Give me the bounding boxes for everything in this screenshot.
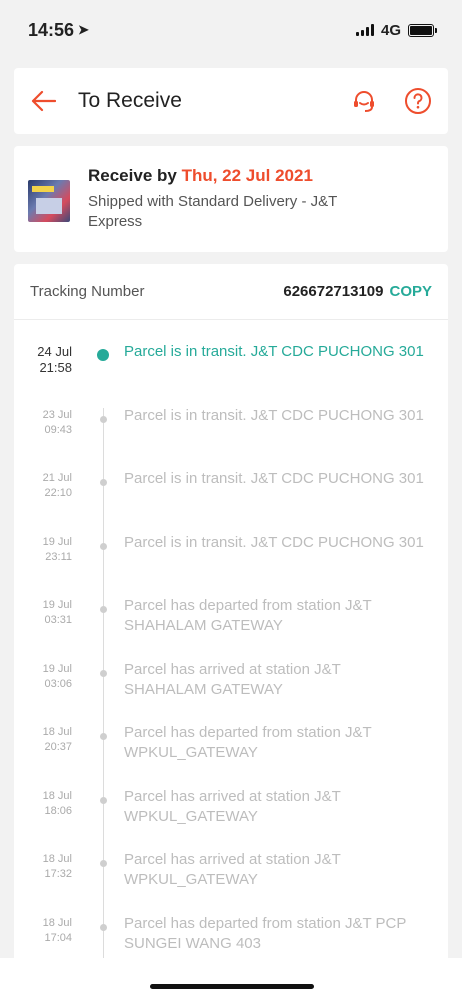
event-description: Parcel has departed from station J&T SHA… [124,597,372,634]
signal-strength-icon [355,24,374,36]
timeline-dot [100,860,107,867]
header-actions [350,87,432,115]
location-arrow-icon: ➤ [78,22,89,37]
event-datetime: 21 Jul 22:10 [14,469,72,533]
event-datetime: 24 Jul 21:58 [14,342,72,406]
timeline-dot [100,415,107,423]
clock-text: 14:56 [28,19,75,40]
timeline-event: 19 Jul 03:06 Parcel has arrived at stati… [14,660,448,724]
home-bar-area [0,958,462,1000]
event-date: 19 Jul [42,599,72,611]
event-datetime: 18 Jul 20:37 [14,723,72,787]
event-date: 18 Jul [42,726,72,738]
receive-by-label: Receive by [88,166,177,185]
event-date: 18 Jul [42,853,72,865]
event-datetime: 18 Jul 17:32 [14,850,72,914]
event-datetime: 19 Jul 03:06 [14,660,72,724]
event-time: 23:11 [45,550,72,563]
timeline-dot [100,796,107,804]
event-time: 17:04 [44,931,72,944]
timeline-event: 24 Jul 21:58 Parcel is in transit. J&T C… [14,342,448,406]
event-date: 24 Jul [37,344,72,359]
event-time: 21:58 [39,360,72,375]
timeline-event: 19 Jul 03:31 Parcel has departed from st… [14,596,448,660]
timeline-event: 18 Jul 18:06 Parcel has arrived at stati… [14,787,448,851]
event-date: 18 Jul [42,916,72,929]
event-description: Parcel has departed from station J&T PCP… [124,914,407,952]
event-date: 21 Jul [42,472,72,484]
tracking-timeline: 24 Jul 21:58 Parcel is in transit. J&T C… [14,320,448,1000]
timeline-event: 21 Jul 22:10 Parcel is in transit. J&T C… [14,469,448,533]
timeline-dot [100,479,107,486]
event-description: Parcel is in transit. J&T CDC PUCHONG 30… [124,533,424,551]
network-type: 4G [380,21,401,39]
event-date: 23 Jul [42,408,72,421]
event-time: 03:31 [44,614,72,626]
event-datetime: 19 Jul 23:11 [14,533,72,597]
event-description: Parcel has arrived at station J&T WPKUL_… [124,787,341,825]
timeline-event: 19 Jul 23:11 Parcel is in transit. J&T C… [14,533,448,597]
timeline-dot [100,669,107,677]
event-datetime: 18 Jul 18:06 [14,787,72,851]
event-description: Parcel has departed from station J&T WPK… [124,724,372,761]
event-time: 18:06 [44,804,72,817]
receive-by-line: Receive by Thu, 22 Jul 2021 [88,166,434,186]
shipping-method: Shipped with Standard Delivery - J&T Exp… [88,193,338,230]
battery-icon [408,23,437,37]
product-thumbnail [28,180,70,222]
event-description: Parcel is in transit. J&T CDC PUCHONG 30… [124,406,424,424]
timeline-event: 18 Jul 20:37 Parcel has departed from st… [14,723,448,787]
event-time: 03:06 [44,677,72,690]
tracking-card: Tracking Number 626672713109 COPY 24 Jul … [14,264,448,1000]
tracking-number-label: Tracking Number [30,283,145,300]
event-description: Parcel has arrived at station J&T SHAHAL… [124,660,341,698]
event-time: 09:43 [44,423,72,436]
status-indicators: 4G [355,21,437,39]
event-datetime: 23 Jul 09:43 [14,406,72,470]
event-description: Parcel has arrived at station J&T WPKUL_… [124,851,341,888]
timeline-dot [97,349,109,361]
event-description: Parcel is in transit. J&T CDC PUCHONG 30… [124,470,424,487]
delivery-summary-text: Receive by Thu, 22 Jul 2021 Shipped with… [88,166,434,252]
timeline-dot [100,733,107,740]
event-date: 19 Jul [42,662,72,675]
page-title: To Receive [78,89,182,112]
event-date: 19 Jul [42,535,72,548]
tracking-number-value: 626672713109 [283,283,384,300]
event-time: 22:10 [44,487,72,499]
timeline-dot [100,606,107,613]
copy-button[interactable]: COPY [389,283,432,300]
page-header: To Receive [14,68,448,134]
event-description: Parcel is in transit. J&T CDC PUCHONG 30… [124,343,424,360]
delivery-summary-card: Receive by Thu, 22 Jul 2021 Shipped with… [14,146,448,252]
event-date: 18 Jul [42,789,72,802]
timeline-dot [100,923,107,931]
event-time: 20:37 [44,741,72,753]
tracking-number-row: Tracking Number 626672713109 COPY [14,264,448,320]
timeline-dot [100,542,107,550]
timeline-event: 23 Jul 09:43 Parcel is in transit. J&T C… [14,406,448,470]
status-time: 14:56 ➤ [28,20,89,41]
event-datetime: 19 Jul 03:31 [14,596,72,660]
back-arrow-icon[interactable] [30,87,58,115]
event-time: 17:32 [44,868,72,880]
timeline-event: 18 Jul 17:32 Parcel has arrived at stati… [14,850,448,914]
receive-by-date: Thu, 22 Jul 2021 [181,166,313,185]
status-bar: 14:56 ➤ 4G [0,0,462,60]
home-indicator[interactable] [150,984,314,989]
tracking-number-group: 626672713109 COPY [283,283,432,300]
help-circle-icon[interactable] [404,87,432,115]
headset-icon[interactable] [350,87,378,115]
